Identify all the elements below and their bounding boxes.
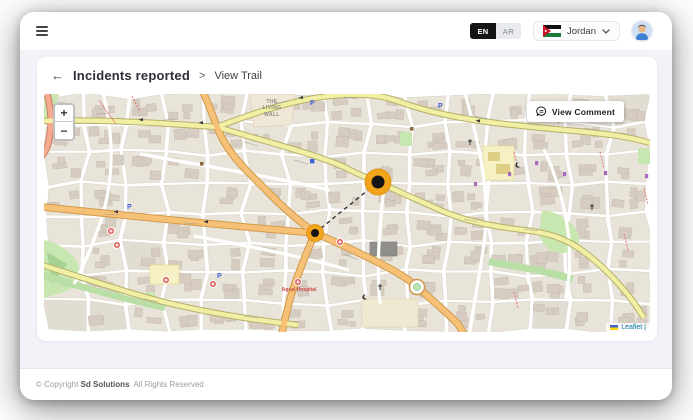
zoom-in-button[interactable]: +: [55, 105, 73, 122]
menu-icon[interactable]: [36, 24, 50, 38]
view-comment-label: View Comment: [552, 107, 615, 117]
shop-icon: [604, 171, 607, 175]
ukraine-flag-icon: [610, 325, 618, 331]
page-title: Incidents reported: [73, 68, 190, 83]
back-button[interactable]: ←: [51, 69, 64, 82]
trail-marker-small[interactable]: [307, 225, 324, 242]
brand-name: Sd Solutions: [81, 380, 130, 389]
map-canvas: PPPPP: [44, 94, 650, 332]
incidents-card: ← Incidents reported > View Trail: [37, 57, 657, 341]
app-window: EN AR Jordan: [20, 12, 672, 400]
comment-icon: [536, 106, 547, 117]
copyright-text: © Copyright Sd Solutions. All Rights Res…: [36, 380, 204, 389]
trail-marker-large[interactable]: [365, 169, 391, 195]
historic-icon: [410, 127, 414, 131]
top-bar: EN AR Jordan: [20, 12, 672, 50]
parking-icon: P: [438, 103, 443, 110]
jordan-flag-icon: [543, 25, 561, 37]
parking-icon: P: [310, 100, 315, 107]
shop-icon: [535, 161, 538, 165]
content-area: ← Incidents reported > View Trail: [20, 50, 672, 368]
avatar-image: [632, 21, 652, 41]
shop-icon: [508, 172, 511, 176]
shop-icon: [645, 174, 648, 178]
lang-en-button[interactable]: EN: [470, 23, 495, 39]
hospital-icon: [114, 242, 121, 249]
language-toggle: EN AR: [470, 23, 520, 39]
hospital-icon: [163, 277, 170, 284]
shop-icon: [563, 172, 566, 176]
leaflet-attribution-link[interactable]: Leaflet |: [621, 324, 646, 331]
hospital-icon: [337, 239, 344, 246]
avatar[interactable]: [632, 21, 652, 41]
transit-icon: [310, 159, 314, 163]
shop-icon: [474, 182, 477, 186]
zoom-out-button[interactable]: −: [55, 122, 73, 139]
page-header: ← Incidents reported > View Trail: [37, 57, 657, 94]
hospital-icon: [210, 281, 217, 288]
breadcrumb-separator: >: [199, 70, 205, 82]
breadcrumb-current: View Trail: [214, 70, 261, 82]
historic-icon: [200, 162, 204, 166]
map[interactable]: PPPPP + − View Comment THE LIVI: [44, 94, 650, 332]
map-attribution: Leaflet |: [606, 323, 650, 332]
country-dropdown[interactable]: Jordan: [533, 21, 620, 41]
map-zoom-control: + −: [53, 103, 75, 141]
view-comment-button[interactable]: View Comment: [527, 101, 624, 122]
hospital-icon: [108, 228, 115, 235]
country-label: Jordan: [567, 26, 596, 37]
chevron-down-icon: [602, 29, 610, 34]
lang-ar-button[interactable]: AR: [496, 23, 521, 39]
parking-icon: P: [127, 204, 132, 211]
footer: © Copyright Sd Solutions. All Rights Res…: [20, 368, 672, 400]
parking-icon: P: [217, 273, 222, 280]
hospital-icon: [295, 279, 302, 286]
